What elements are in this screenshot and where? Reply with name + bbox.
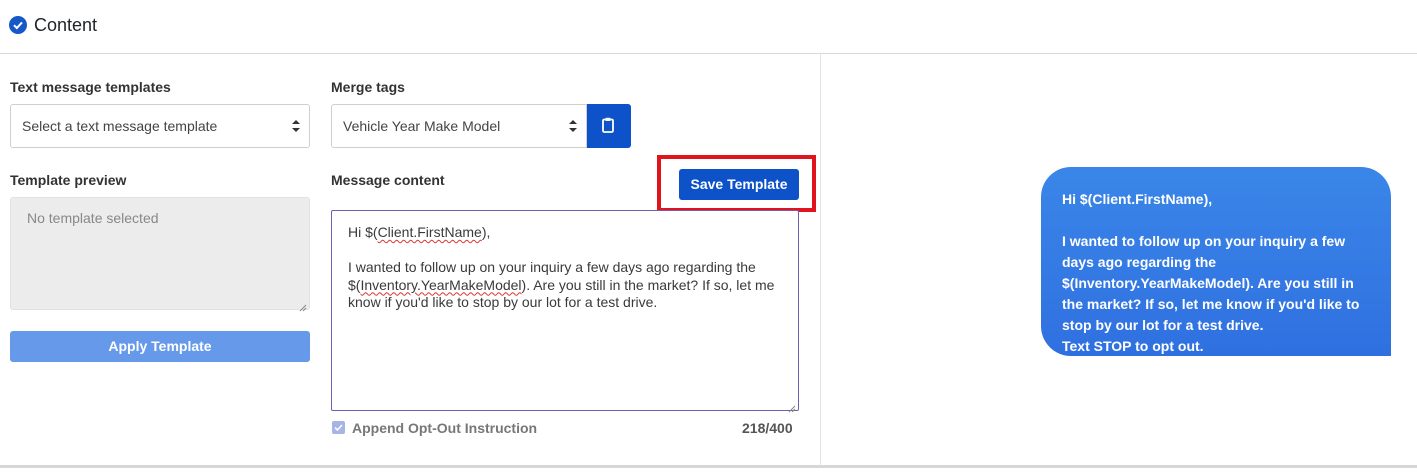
bottom-divider: [0, 465, 1417, 468]
section-title: Content: [34, 15, 98, 35]
apply-template-button[interactable]: Apply Template: [10, 331, 310, 362]
template-select[interactable]: Select a text message template: [10, 104, 310, 148]
check-circle-icon: [9, 16, 27, 34]
templates-label: Text message templates: [10, 79, 171, 95]
resize-grip-icon[interactable]: [788, 400, 796, 413]
select-arrows-icon: [569, 119, 577, 133]
checkbox-check-icon[interactable]: [332, 421, 345, 434]
save-template-button[interactable]: Save Template: [679, 169, 799, 200]
template-select-value: Select a text message template: [22, 118, 218, 134]
copy-merge-tag-button[interactable]: [587, 104, 631, 148]
merge-tag-inventory: Inventory.YearMakeModel: [360, 276, 522, 293]
character-counter: 218/400: [742, 420, 793, 436]
append-optout-label: Append Opt-Out Instruction: [352, 420, 538, 436]
template-preview-label: Template preview: [10, 172, 127, 188]
resize-grip-icon[interactable]: [299, 299, 307, 312]
column-divider: [820, 54, 821, 466]
sms-preview-bubble: Hi $(Client.FirstName), I wanted to foll…: [1041, 167, 1391, 356]
section-header: Content: [0, 0, 1417, 54]
sms-preview-text: Hi $(Client.FirstName), I wanted to foll…: [1062, 191, 1360, 354]
template-preview-box: No template selected: [10, 197, 310, 312]
select-arrows-icon: [292, 119, 300, 133]
message-text: Hi $(Client.FirstName), I wanted to foll…: [348, 224, 779, 310]
merge-tag-select-value: Vehicle Year Make Model: [343, 118, 501, 134]
message-content-label: Message content: [331, 172, 445, 188]
merge-tag-select[interactable]: Vehicle Year Make Model: [331, 104, 587, 148]
merge-tags-label: Merge tags: [331, 79, 405, 95]
template-preview-placeholder: No template selected: [27, 210, 159, 226]
message-textarea[interactable]: Hi $(Client.FirstName), I wanted to foll…: [331, 210, 799, 413]
merge-tag-client-firstname: Client.FirstName: [377, 224, 482, 240]
